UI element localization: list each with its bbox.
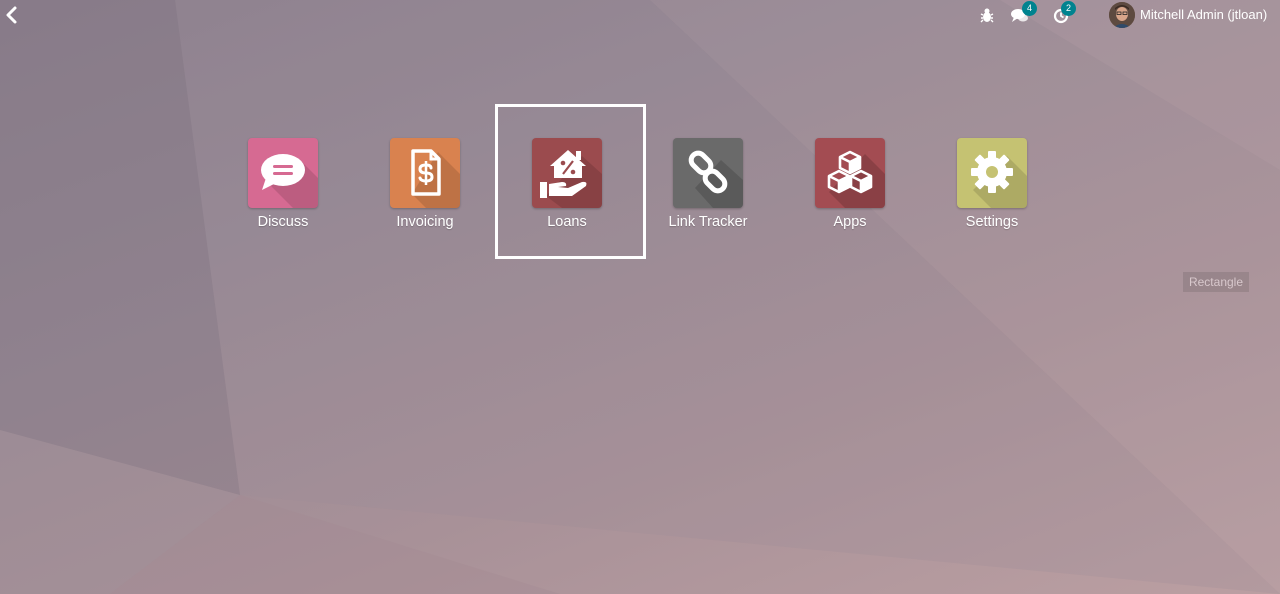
app-icon-tile <box>390 138 460 208</box>
top-navbar: 4 2 Mitchell Admin (jtloan) <box>0 0 1280 30</box>
app-label-invoicing: Invoicing <box>396 214 454 230</box>
debug-menu[interactable] <box>978 4 996 26</box>
chain-link-icon <box>688 150 743 208</box>
messages-badge: 4 <box>1022 1 1037 16</box>
app-icon-tile <box>815 138 885 208</box>
app-label-discuss: Discuss <box>257 214 309 230</box>
app-icon-tile <box>248 138 318 208</box>
avatar <box>1109 2 1135 28</box>
app-icon-tile <box>673 138 743 208</box>
app-label-loans: Loans <box>547 214 587 230</box>
messaging-menu[interactable]: 4 <box>1009 1 1043 26</box>
annotation-tag: Rectangle <box>1183 272 1249 292</box>
activities-badge: 2 <box>1061 1 1076 16</box>
back-button[interactable] <box>2 4 22 26</box>
chat-bubble-icon <box>261 154 318 208</box>
app-settings[interactable]: Settings <box>932 138 1052 248</box>
background-polygons <box>0 0 1280 594</box>
activity-menu[interactable]: 2 <box>1051 1 1081 26</box>
chevron-left-icon <box>6 6 17 24</box>
app-apps[interactable]: Apps <box>790 138 910 248</box>
app-label-apps: Apps <box>833 214 867 230</box>
app-label-link-tracker: Link Tracker <box>668 214 748 230</box>
app-loans[interactable]: Loans <box>507 138 627 248</box>
user-menu[interactable]: Mitchell Admin (jtloan) <box>1108 1 1280 29</box>
app-discuss[interactable]: Discuss <box>223 138 343 248</box>
app-link-tracker[interactable]: Link Tracker <box>648 138 768 248</box>
app-icon-tile <box>957 138 1027 208</box>
gear-icon <box>971 151 1027 208</box>
user-name: Mitchell Admin (jtloan) <box>1140 7 1268 22</box>
invoice-dollar-icon <box>411 149 460 208</box>
house-percent-hand-icon <box>540 150 602 208</box>
app-invoicing[interactable]: Invoicing <box>365 138 485 248</box>
app-icon-tile <box>532 138 602 208</box>
bug-icon <box>980 8 994 23</box>
app-label-settings: Settings <box>965 214 1019 230</box>
cubes-icon <box>827 150 885 208</box>
